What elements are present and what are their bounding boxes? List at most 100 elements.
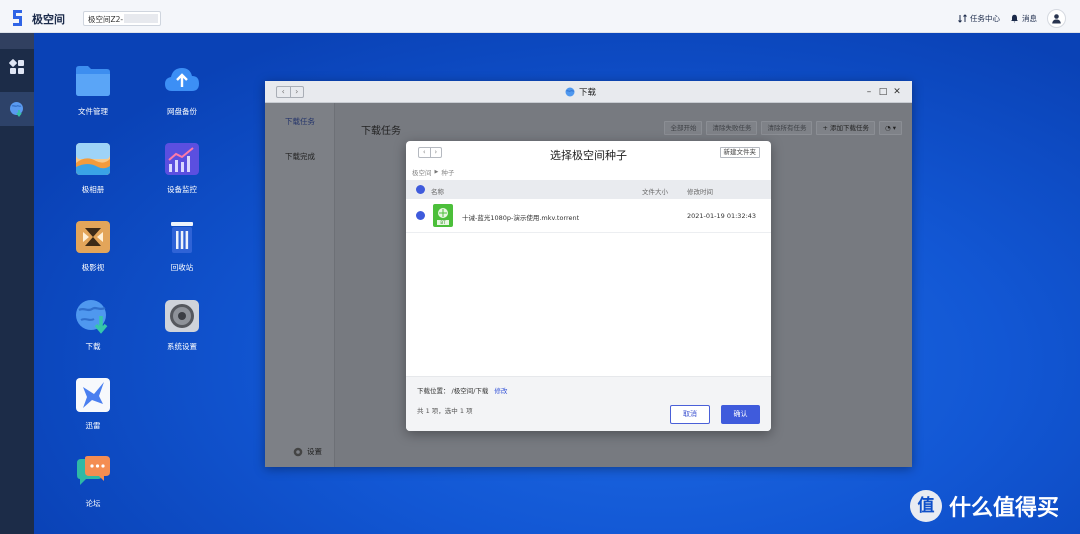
app-cloud-backup[interactable]: 网盘备份 [147, 63, 217, 117]
video-icon [76, 221, 110, 253]
start-all-button[interactable]: 全部开始 [664, 121, 703, 135]
forum-chat-icon [77, 456, 110, 485]
select-all-checkbox[interactable] [416, 185, 425, 194]
redacted-area [124, 14, 158, 23]
close-button[interactable]: ✕ [890, 86, 904, 98]
app-system-settings[interactable]: 系统设置 [147, 298, 217, 352]
messages-button[interactable]: 消息 [1010, 13, 1037, 24]
torrent-file-icon: BT [433, 204, 453, 227]
add-download-button[interactable]: + 添加下载任务 [816, 121, 875, 135]
window-title: 下载 [565, 86, 596, 98]
download-sidebar: 下载任务 下载完成 [265, 103, 335, 467]
watermark-logo: 值 [910, 490, 942, 522]
gear-icon [293, 447, 303, 456]
history-nav: ‹ › [276, 86, 304, 98]
app-label: 文件管理 [78, 107, 108, 116]
clear-failed-button[interactable]: 清除失败任务 [706, 121, 758, 135]
rail-apps-button[interactable] [0, 50, 34, 84]
monitor-chart-icon [165, 143, 199, 175]
row-checkbox[interactable] [416, 211, 425, 220]
maximize-button[interactable]: □ [876, 86, 890, 98]
dialog-history-nav: ‹ › [418, 147, 442, 158]
task-center-button[interactable]: 任务中心 [958, 13, 1000, 24]
app-forum[interactable]: 论坛 [58, 455, 128, 509]
new-folder-button[interactable]: 新建文件夹 [719, 147, 760, 158]
app-recycle-bin[interactable]: 回收站 [147, 219, 217, 273]
sidebar-item-download-tasks[interactable]: 下载任务 [265, 116, 335, 127]
app-label: 极影视 [81, 263, 105, 272]
apps-grid-icon [9, 59, 24, 74]
download-toolbar: 全部开始 清除失败任务 清除所有任务 + 添加下载任务 ◔ ▾ [660, 121, 902, 135]
column-modified[interactable]: 修改时间 [687, 186, 713, 196]
app-download[interactable]: 下载 [58, 298, 128, 352]
app-label: 网盘备份 [167, 107, 197, 116]
settings-gear-icon [165, 300, 199, 332]
cancel-button[interactable]: 取消 [670, 405, 710, 424]
device-name: 极空间Z2- [88, 15, 124, 24]
cloud-upload-icon [165, 68, 199, 91]
download-location: 下载位置：/极空间/下载 修改 [417, 385, 507, 395]
breadcrumb: 极空间 ▶ 种子 [412, 167, 454, 177]
window-title-text: 下载 [579, 88, 597, 98]
app-label: 系统设置 [167, 342, 197, 351]
column-name[interactable]: 名称 [431, 186, 444, 196]
sidebar-item-completed[interactable]: 下载完成 [265, 151, 335, 162]
plus-icon: + [822, 124, 830, 132]
app-file-manager[interactable]: 文件管理 [58, 63, 128, 117]
clear-all-button[interactable]: 清除所有任务 [761, 121, 813, 135]
forward-button[interactable]: › [291, 87, 304, 97]
minimize-button[interactable]: – [862, 86, 876, 98]
dialog-back-button[interactable]: ‹ [419, 148, 431, 157]
rail-header [0, 33, 34, 49]
rail-download-button[interactable] [0, 92, 34, 126]
device-selector[interactable]: 极空间Z2- [83, 11, 161, 26]
torrent-badge: BT [440, 220, 446, 225]
app-photo-album[interactable]: 极相册 [58, 141, 128, 195]
dialog-title: 选择极空间种子 [550, 149, 627, 162]
speed-limit-dropdown[interactable]: ◔ ▾ [878, 121, 902, 135]
table-row[interactable]: BT 十诫-蓝光1080p-演示使用.mkv.torrent 2021-01-1… [406, 199, 771, 233]
app-label: 下载 [85, 342, 101, 351]
user-icon [1052, 13, 1061, 23]
page-title: 下载任务 [361, 126, 401, 137]
top-bar: 极空间 极空间Z2- 任务中心 消息 [0, 0, 1080, 33]
modify-location-link[interactable]: 修改 [494, 387, 507, 395]
dialog-footer: 下载位置：/极空间/下载 修改 共 1 项，选中 1 项 取消 确认 [406, 376, 771, 431]
task-center-label: 任务中心 [970, 13, 1000, 23]
dialog-forward-button[interactable]: › [431, 148, 442, 157]
brand-name: 极空间 [32, 13, 65, 26]
selection-count: 共 1 项，选中 1 项 [417, 407, 473, 415]
download-globe-icon [565, 87, 575, 97]
breadcrumb-item[interactable]: 极空间 [412, 167, 432, 177]
window-titlebar: ‹ › 下载 – □ ✕ [265, 81, 912, 103]
download-globe-icon [76, 300, 108, 334]
settings-label: 设置 [307, 447, 322, 456]
bell-icon [1011, 14, 1018, 23]
column-size[interactable]: 文件大小 [642, 186, 668, 196]
file-modified: 2021-01-19 01:32:43 [687, 212, 757, 220]
confirm-button[interactable]: 确认 [721, 405, 760, 424]
file-table-header: 名称 文件大小 修改时间 [406, 180, 771, 199]
folder-icon [76, 66, 110, 96]
download-location-path: /极空间/下载 [451, 387, 489, 395]
add-download-label: 添加下载任务 [829, 124, 869, 132]
speed-gauge-icon: ◔ ▾ [884, 124, 896, 132]
file-name: 十诫-蓝光1080p-演示使用.mkv.torrent [462, 214, 580, 222]
app-label: 极相册 [81, 185, 105, 194]
download-location-label: 下载位置： [417, 387, 450, 395]
left-rail [0, 33, 34, 534]
app-video[interactable]: 极影视 [58, 219, 128, 273]
app-thunder[interactable]: 迅雷 [58, 377, 128, 431]
app-label: 论坛 [85, 499, 101, 508]
breadcrumb-separator-icon: ▶ [434, 169, 439, 175]
user-avatar[interactable] [1047, 8, 1066, 28]
app-device-monitor[interactable]: 设备监控 [147, 141, 217, 195]
download-settings-button[interactable]: 设置 [293, 446, 322, 457]
select-torrent-dialog: 选择极空间种子 ‹ › 新建文件夹 极空间 ▶ 种子 名称 文件大小 修改时间 … [406, 141, 771, 431]
thunder-bird-icon [76, 378, 110, 412]
breadcrumb-item[interactable]: 种子 [441, 167, 454, 177]
download-globe-icon [10, 102, 23, 117]
back-button[interactable]: ‹ [277, 87, 291, 97]
app-label: 回收站 [170, 263, 194, 272]
app-label: 迅雷 [85, 421, 101, 430]
